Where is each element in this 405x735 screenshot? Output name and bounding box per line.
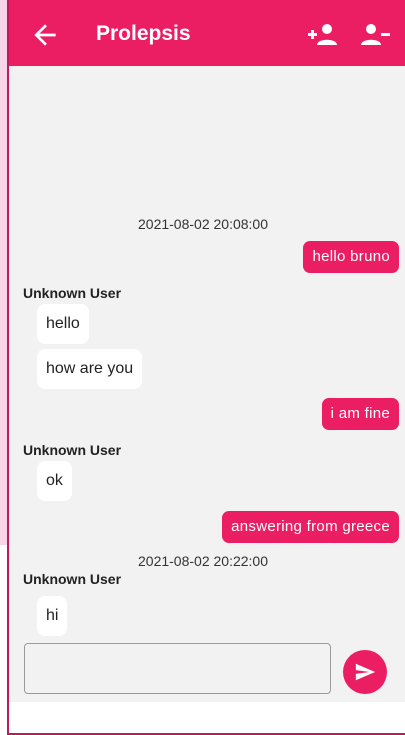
back-button[interactable] — [29, 19, 61, 51]
timestamp: 2021-08-02 20:22:00 — [138, 553, 268, 569]
message-received: how are you — [37, 349, 143, 389]
message-input[interactable] — [24, 643, 331, 694]
send-icon — [355, 663, 376, 681]
remove-user-button[interactable] — [361, 21, 391, 49]
message-received: hello — [37, 304, 89, 344]
person-remove-icon — [361, 24, 390, 45]
message-sent: answering from greece — [222, 511, 399, 543]
person-add-icon — [308, 24, 337, 45]
bottom-spacer — [9, 702, 405, 733]
timestamp: 2021-08-02 20:08:00 — [138, 216, 268, 232]
sender-name: Unknown User — [23, 442, 122, 458]
send-button[interactable] — [343, 650, 387, 694]
sender-name: Unknown User — [23, 571, 122, 587]
message-sent: i am fine — [321, 398, 399, 430]
message-received: hi — [37, 596, 68, 636]
arrow-back-icon — [34, 24, 56, 46]
message-received: ok — [37, 461, 72, 501]
chat-screen: Prolepsis 2021-08-02 20:08:00 hello brun… — [9, 0, 405, 733]
add-user-button[interactable] — [308, 21, 338, 49]
message-list[interactable]: 2021-08-02 20:08:00 hello bruno Unknown … — [9, 66, 405, 702]
page-title: Prolepsis — [96, 22, 191, 45]
message-sent: hello bruno — [303, 241, 399, 273]
app-bar: Prolepsis — [9, 0, 405, 66]
sender-name: Unknown User — [23, 285, 122, 301]
